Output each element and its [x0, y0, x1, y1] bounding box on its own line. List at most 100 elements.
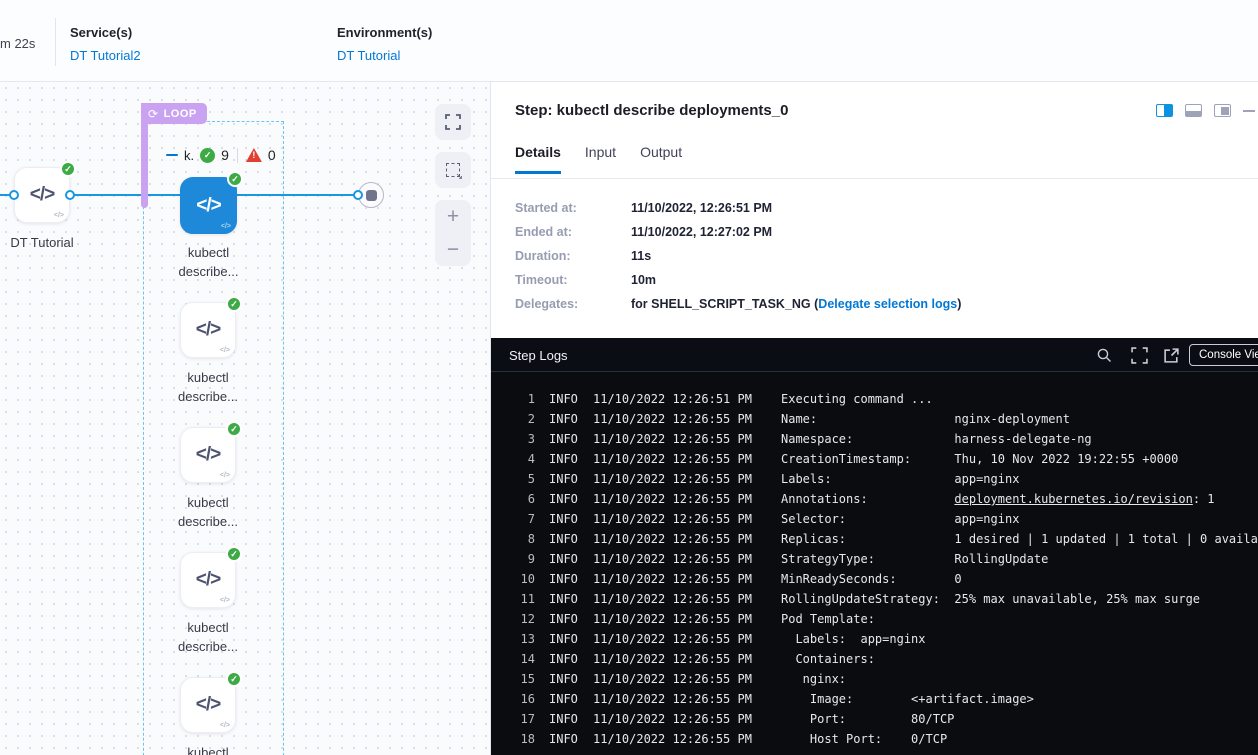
log-timestamp: 11/10/2022 12:26:55 PM [593, 529, 781, 549]
log-line: 9INFO11/10/2022 12:26:55 PMStrategyType:… [491, 549, 1258, 569]
search-icon[interactable] [1096, 347, 1113, 364]
loop-node-wrap: </></>✓kubectldescribe... [180, 177, 237, 234]
log-timestamp: 11/10/2022 12:26:55 PM [593, 549, 781, 569]
console-view-button[interactable]: Console View [1189, 344, 1258, 366]
log-message: CreationTimestamp: Thu, 10 Nov 2022 19:2… [781, 449, 1178, 469]
node-connector[interactable] [353, 190, 363, 200]
failure-count-icon [246, 148, 262, 162]
log-message: Labels: app=nginx [781, 629, 926, 649]
code-icon: </> [196, 444, 220, 466]
log-timestamp: 11/10/2022 12:26:55 PM [593, 569, 781, 589]
tab-output[interactable]: Output [640, 144, 682, 174]
environment-label: Environment(s) [337, 25, 432, 40]
header-divider [55, 18, 56, 66]
log-level: INFO [549, 549, 583, 569]
log-line: 5INFO11/10/2022 12:26:55 PMLabels: app=n… [491, 469, 1258, 489]
minimize-panel-button[interactable] [1243, 110, 1255, 112]
code-icon: </> [30, 184, 54, 206]
log-line: 2INFO11/10/2022 12:26:55 PMName: nginx-d… [491, 409, 1258, 429]
log-message: Pod Template: [781, 609, 875, 629]
node-connector[interactable] [65, 190, 75, 200]
loop-badge[interactable]: ⟳ LOOP [141, 103, 207, 124]
log-level: INFO [549, 669, 583, 689]
pipeline-node-kubectl-describe[interactable]: </></>✓ [180, 552, 236, 608]
detail-row: Started at:11/10/2022, 12:26:51 PM [515, 196, 1235, 220]
detail-label: Ended at: [515, 225, 631, 239]
zoom-out-button[interactable]: − [447, 239, 459, 261]
group-name: k. [184, 148, 194, 163]
fullscreen-icon [445, 114, 461, 130]
pipeline-node-kubectl-describe[interactable]: </></>✓ [180, 177, 237, 234]
tab-details[interactable]: Details [515, 144, 561, 174]
pipeline-node-dt-tutorial[interactable]: </> </> ✓ [14, 167, 70, 223]
log-timestamp: 11/10/2022 12:26:51 PM [593, 389, 781, 409]
code-watermark-icon: </> [220, 597, 230, 604]
log-timestamp: 11/10/2022 12:26:55 PM [593, 469, 781, 489]
success-badge: ✓ [226, 421, 242, 437]
log-message: Name: nginx-deployment [781, 409, 1070, 429]
node-label: kubectldescribe... [144, 243, 274, 281]
log-level: INFO [549, 489, 583, 509]
pipeline-node-kubectl-describe[interactable]: </></>✓ [180, 302, 236, 358]
detail-value: 11s [631, 249, 651, 263]
log-line: 13INFO11/10/2022 12:26:55 PM Labels: app… [491, 629, 1258, 649]
node-label: kubectldescribe... [143, 493, 273, 531]
pipeline-node-kubectl-describe[interactable]: </></>✓ [180, 427, 236, 483]
log-level: INFO [549, 409, 583, 429]
execution-header: m 22s Service(s) DT Tutorial2 Environmen… [0, 0, 1258, 82]
layout-split-panel-button[interactable] [1214, 104, 1231, 117]
tabs-divider [491, 178, 1258, 179]
node-connector[interactable] [9, 190, 19, 200]
log-line-number: 18 [509, 729, 535, 749]
detail-value: 11/10/2022, 12:26:51 PM [631, 201, 772, 215]
layout-split-right-button[interactable] [1156, 104, 1173, 117]
success-count-icon: ✓ [200, 148, 215, 163]
node-label: kubectldescribe... [143, 368, 273, 406]
log-timestamp: 11/10/2022 12:26:55 PM [593, 729, 781, 749]
count-divider [237, 148, 238, 163]
layout-split-bottom-button[interactable] [1185, 104, 1202, 117]
delegate-selection-logs-link[interactable]: Delegate selection logs [818, 297, 957, 311]
success-count: 9 [221, 147, 229, 163]
environment-link[interactable]: DT Tutorial [337, 48, 432, 63]
log-line-number: 17 [509, 709, 535, 729]
zoom-in-button[interactable]: + [447, 206, 459, 228]
log-line-number: 7 [509, 509, 535, 529]
canvas-zoom-control: + − [435, 200, 471, 266]
tab-input[interactable]: Input [585, 144, 616, 174]
node-label: kubectldescribe... [143, 618, 273, 656]
collapse-group-button[interactable] [166, 154, 178, 157]
step-logs-title: Step Logs [509, 348, 568, 363]
logs-fullscreen-icon[interactable] [1131, 347, 1148, 364]
log-message: Annotations: deployment.kubernetes.io/re… [781, 489, 1215, 509]
log-level: INFO [549, 609, 583, 629]
log-timestamp: 11/10/2022 12:26:55 PM [593, 409, 781, 429]
stop-icon [366, 190, 377, 201]
step-logs-body[interactable]: 1INFO11/10/2022 12:26:51 PMExecuting com… [491, 372, 1258, 755]
log-line: 17INFO11/10/2022 12:26:55 PM Port: 80/TC… [491, 709, 1258, 729]
open-in-new-tab-icon[interactable] [1163, 347, 1180, 364]
log-timestamp: 11/10/2022 12:26:55 PM [593, 489, 781, 509]
canvas-fullscreen-button[interactable] [435, 104, 471, 140]
tabs: Details Input Output [515, 144, 682, 174]
log-message: Selector: app=nginx [781, 509, 1019, 529]
log-annotation-link[interactable]: deployment.kubernetes.io/revision [954, 492, 1192, 506]
code-watermark-icon: </> [220, 472, 230, 479]
log-line-number: 11 [509, 589, 535, 609]
log-level: INFO [549, 589, 583, 609]
service-link[interactable]: DT Tutorial2 [70, 48, 141, 63]
log-line: 14INFO11/10/2022 12:26:55 PM Containers: [491, 649, 1258, 669]
code-watermark-icon: </> [220, 722, 230, 729]
code-watermark-icon: </> [54, 212, 64, 219]
log-message: MinReadySeconds: 0 [781, 569, 962, 589]
code-icon: </> [196, 195, 220, 217]
code-icon: </> [196, 694, 220, 716]
node-label: kubectldescribe... [143, 743, 273, 755]
panel-layout-controls [1156, 104, 1255, 117]
pipeline-canvas[interactable]: ⟳ LOOP k. ✓ 9 0 </> </> ✓ DT Tutorial [0, 82, 490, 755]
pipeline-node-kubectl-describe[interactable]: </></>✓ [180, 677, 236, 733]
detail-value: 10m [631, 273, 656, 287]
canvas-select-button[interactable] [435, 152, 471, 188]
log-line-number: 13 [509, 629, 535, 649]
log-line-number: 10 [509, 569, 535, 589]
